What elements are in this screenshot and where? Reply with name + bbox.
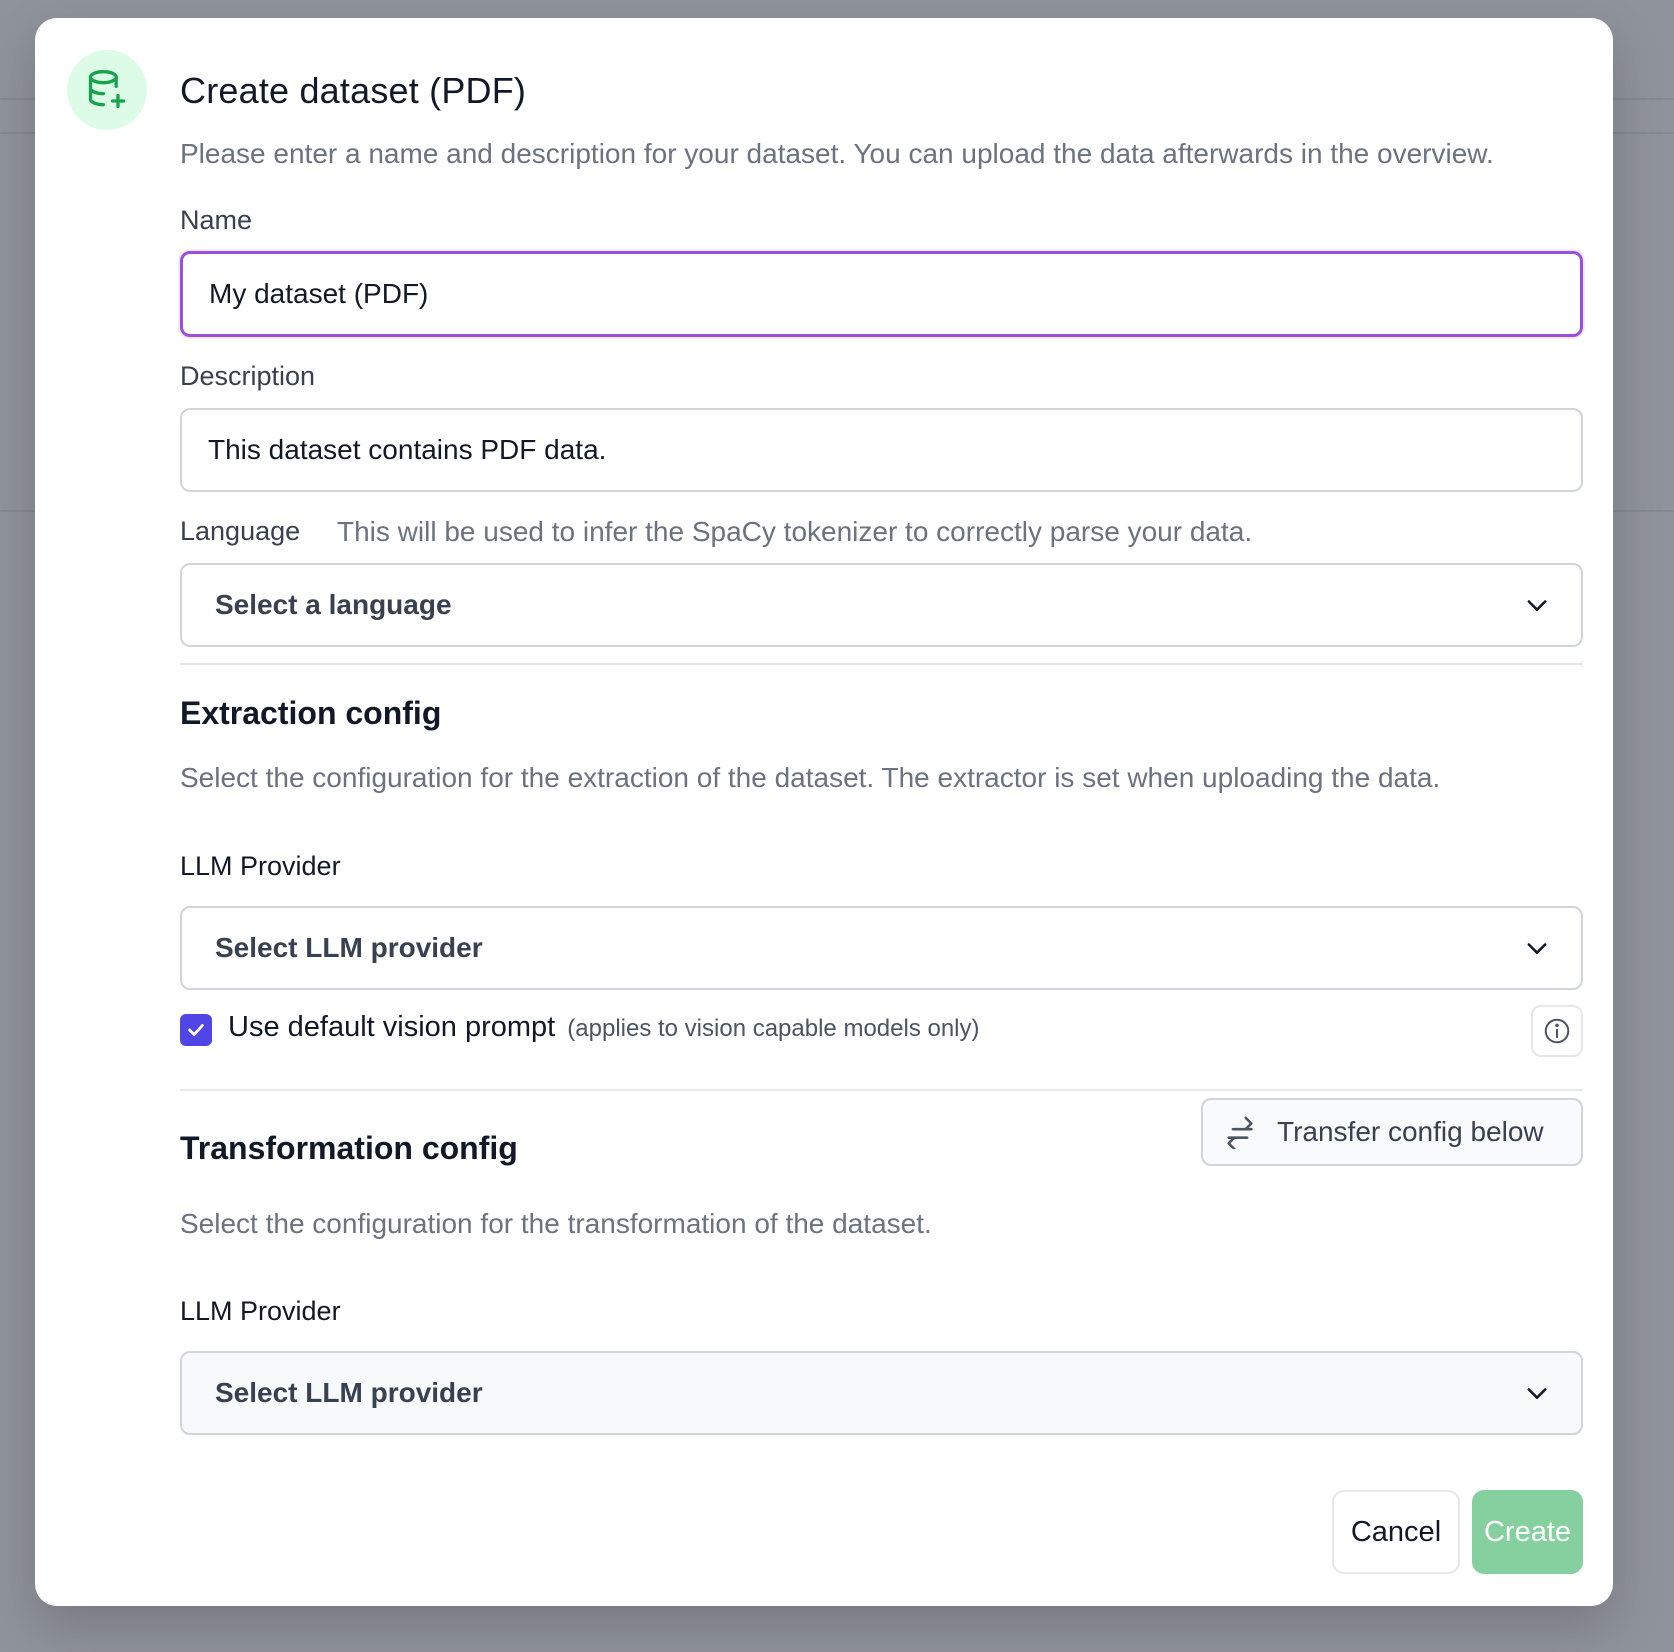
arrows-swap-icon bbox=[1227, 1116, 1253, 1149]
vision-info-button[interactable] bbox=[1531, 1005, 1583, 1057]
name-label: Name bbox=[180, 205, 253, 235]
checkmark-icon bbox=[188, 1024, 204, 1036]
dialog-subtitle: Please enter a name and description for … bbox=[180, 138, 1494, 169]
language-select-value: Select a language bbox=[215, 589, 452, 620]
transformation-llm-select[interactable]: Select LLM provider bbox=[180, 1351, 1583, 1435]
transformation-llm-select-value: Select LLM provider bbox=[215, 1377, 483, 1408]
extraction-llm-label: LLM Provider bbox=[180, 851, 341, 881]
vision-prompt-label[interactable]: Use default vision prompt (applies to vi… bbox=[228, 1011, 980, 1044]
vision-prompt-checkbox[interactable] bbox=[180, 1014, 212, 1046]
extraction-config-title: Extraction config bbox=[180, 695, 442, 731]
language-select[interactable]: Select a language bbox=[180, 563, 1583, 647]
language-label: Language bbox=[180, 516, 301, 546]
chevron-down-icon bbox=[1527, 1388, 1547, 1399]
transformation-llm-label: LLM Provider bbox=[180, 1296, 341, 1326]
name-input[interactable] bbox=[180, 251, 1583, 337]
create-dataset-dialog: Create dataset (PDF) Please enter a name… bbox=[35, 18, 1613, 1606]
language-help-text: This will be used to infer the SpaCy tok… bbox=[337, 516, 1253, 547]
chevron-down-icon bbox=[1527, 600, 1547, 611]
cancel-button[interactable]: Cancel bbox=[1332, 1490, 1460, 1574]
vision-prompt-text: Use default vision prompt bbox=[228, 1011, 556, 1043]
transformation-config-description: Select the configuration for the transfo… bbox=[180, 1208, 932, 1239]
section-divider bbox=[180, 663, 1583, 665]
dialog-icon-badge bbox=[67, 50, 147, 130]
transfer-config-button[interactable]: Transfer config below bbox=[1201, 1098, 1583, 1166]
transformation-config-title: Transformation config bbox=[180, 1130, 518, 1166]
transfer-config-label: Transfer config below bbox=[1277, 1116, 1544, 1147]
database-plus-icon bbox=[88, 70, 126, 109]
section-divider bbox=[180, 1089, 1583, 1091]
extraction-llm-select-value: Select LLM provider bbox=[215, 932, 483, 963]
description-input[interactable] bbox=[180, 408, 1583, 492]
extraction-llm-select[interactable]: Select LLM provider bbox=[180, 906, 1583, 990]
vision-prompt-note: (applies to vision capable models only) bbox=[567, 1015, 980, 1042]
extraction-config-description: Select the configuration for the extract… bbox=[180, 762, 1441, 793]
dialog-title: Create dataset (PDF) bbox=[180, 70, 527, 111]
info-icon bbox=[1544, 1018, 1570, 1044]
create-button[interactable]: Create bbox=[1472, 1490, 1583, 1574]
chevron-down-icon bbox=[1527, 943, 1547, 954]
description-label: Description bbox=[180, 361, 316, 391]
